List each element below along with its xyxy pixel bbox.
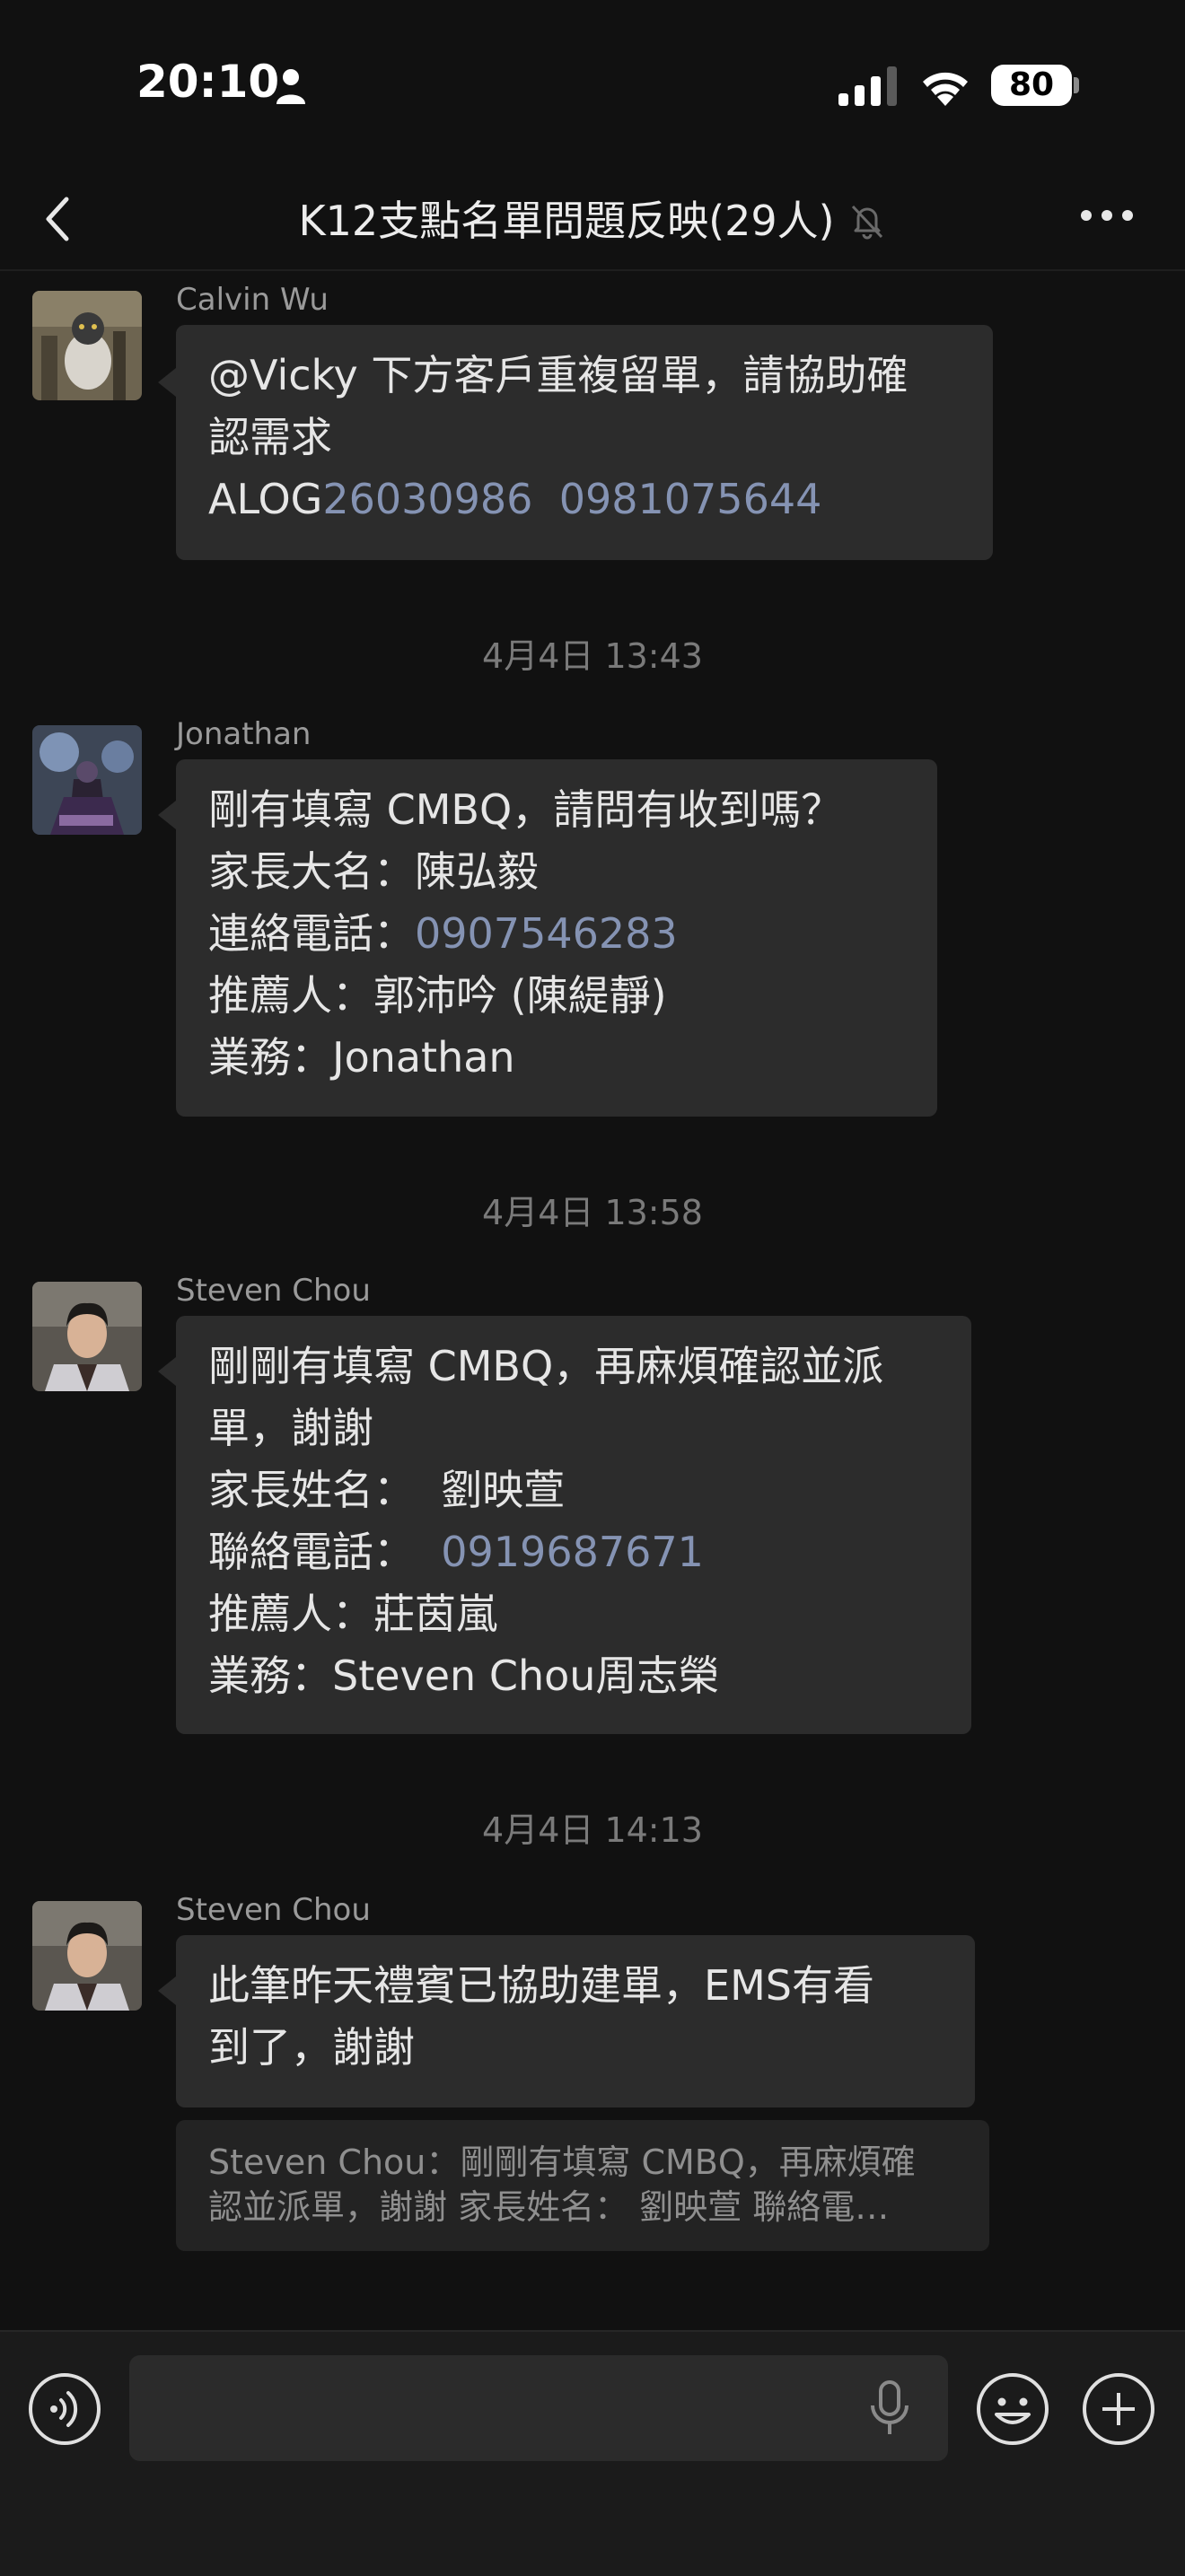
- sender-name: Steven Chou: [176, 1892, 371, 1928]
- avatar-knight-image: [32, 725, 142, 835]
- bubble-tail: [158, 1976, 176, 2005]
- chat-header: K12支點名單問題反映(29人): [0, 171, 1185, 271]
- quote-line: 認並派單，謝謝 家長姓名： 劉映萱 聯絡電…: [208, 2187, 890, 2227]
- message-bubble[interactable]: @Vicky 下方客戶重複留單，請協助確 認需求 ALOG26030986 09…: [176, 325, 993, 560]
- quote-line: Steven Chou：剛剛有填寫 CMBQ，再麻煩確: [208, 2142, 916, 2182]
- message-line: 家長姓名： 劉映萱: [208, 1466, 566, 1514]
- status-bar: 20:10 80: [0, 0, 1185, 171]
- message-line: ALOG26030986 0981075644: [208, 475, 822, 523]
- message-line: @Vicky 下方客戶重複留單，請協助確: [208, 351, 908, 399]
- message-input[interactable]: [129, 2355, 948, 2461]
- message-timestamp: 4月4日 14:13: [482, 1810, 703, 1850]
- message-bubble[interactable]: 此筆昨天禮賓已協助建單，EMS有看 到了，謝謝: [176, 1935, 975, 2107]
- phone-number-link[interactable]: 0981075644: [559, 475, 822, 523]
- battery-cap: [1074, 77, 1079, 93]
- message-line: 推薦人：莊茵嵐: [208, 1590, 497, 1638]
- message-line: 此筆昨天禮賓已協助建單，EMS有看: [208, 1961, 874, 2010]
- message-line: 連絡電話：0907546283: [208, 909, 678, 958]
- avatar-person-photo: [32, 1901, 142, 2011]
- order-number-link[interactable]: 26030986: [322, 475, 532, 523]
- avatar-jonathan[interactable]: [32, 725, 142, 835]
- input-bar: [0, 2330, 1185, 2576]
- message-line: 到了，謝謝: [208, 2023, 415, 2072]
- message-bubble[interactable]: 剛有填寫 CMBQ，請問有收到嗎？ 家長大名：陳弘毅 連絡電話：09075462…: [176, 759, 937, 1117]
- wifi-icon: [923, 72, 968, 106]
- person-icon: [276, 69, 305, 104]
- message-line: 聯絡電話： 0919687671: [208, 1528, 704, 1576]
- microphone-icon[interactable]: [867, 2379, 912, 2438]
- sender-name: Jonathan: [176, 716, 312, 752]
- phone-number-link[interactable]: 0907546283: [415, 909, 678, 958]
- message-line: 剛剛有填寫 CMBQ，再麻煩確認並派: [208, 1342, 884, 1390]
- message-timestamp: 4月4日 13:43: [482, 636, 703, 676]
- cellular-signal-icon: [838, 66, 897, 106]
- message-line: 認需求: [208, 413, 332, 461]
- message-line: 業務：Steven Chou周志榮: [208, 1652, 720, 1700]
- voice-input-icon[interactable]: [27, 2371, 102, 2447]
- message-line: 剛有填寫 CMBQ，請問有收到嗎？: [208, 785, 843, 834]
- message-line: 業務：Jonathan: [208, 1033, 515, 1082]
- bubble-tail: [158, 801, 176, 829]
- phone-number-link[interactable]: 0919687671: [441, 1528, 704, 1576]
- status-time: 20:10: [136, 56, 280, 108]
- message-bubble[interactable]: 剛剛有填寫 CMBQ，再麻煩確認並派 單，謝謝 家長姓名： 劉映萱 聯絡電話： …: [176, 1316, 971, 1734]
- quoted-message[interactable]: Steven Chou：剛剛有填寫 CMBQ，再麻煩確 認並派單，謝謝 家長姓名…: [176, 2120, 989, 2251]
- sender-name: Steven Chou: [176, 1273, 371, 1309]
- message-line: 推薦人：郭沛吟 (陳緹靜): [208, 971, 667, 1020]
- avatar-steven-chou[interactable]: [32, 1901, 142, 2011]
- bubble-tail: [158, 1357, 176, 1386]
- avatar-calvin-wu[interactable]: [32, 291, 142, 400]
- bubble-tail: [158, 368, 176, 397]
- battery-indicator: 80: [991, 65, 1072, 106]
- message-timestamp: 4月4日 13:58: [482, 1193, 703, 1232]
- more-options-icon[interactable]: [1079, 208, 1135, 223]
- sender-name: Calvin Wu: [176, 282, 329, 318]
- message-line: 單，謝謝: [208, 1404, 373, 1452]
- avatar-person-photo: [32, 1282, 142, 1391]
- mute-bell-icon: [851, 205, 882, 240]
- add-attachment-icon[interactable]: [1081, 2371, 1156, 2447]
- chat-title-container: K12支點名單問題反映(29人): [0, 188, 1185, 248]
- avatar-cat-image: [32, 291, 142, 400]
- emoji-icon[interactable]: [975, 2371, 1050, 2447]
- chat-title: K12支點名單問題反映(29人): [298, 197, 835, 245]
- message-line: 家長大名：陳弘毅: [208, 847, 539, 896]
- message-list[interactable]: Calvin Wu @Vicky 下方客戶重複留單，請協助確 認需求 ALOG2…: [0, 269, 1185, 2330]
- avatar-steven-chou[interactable]: [32, 1282, 142, 1391]
